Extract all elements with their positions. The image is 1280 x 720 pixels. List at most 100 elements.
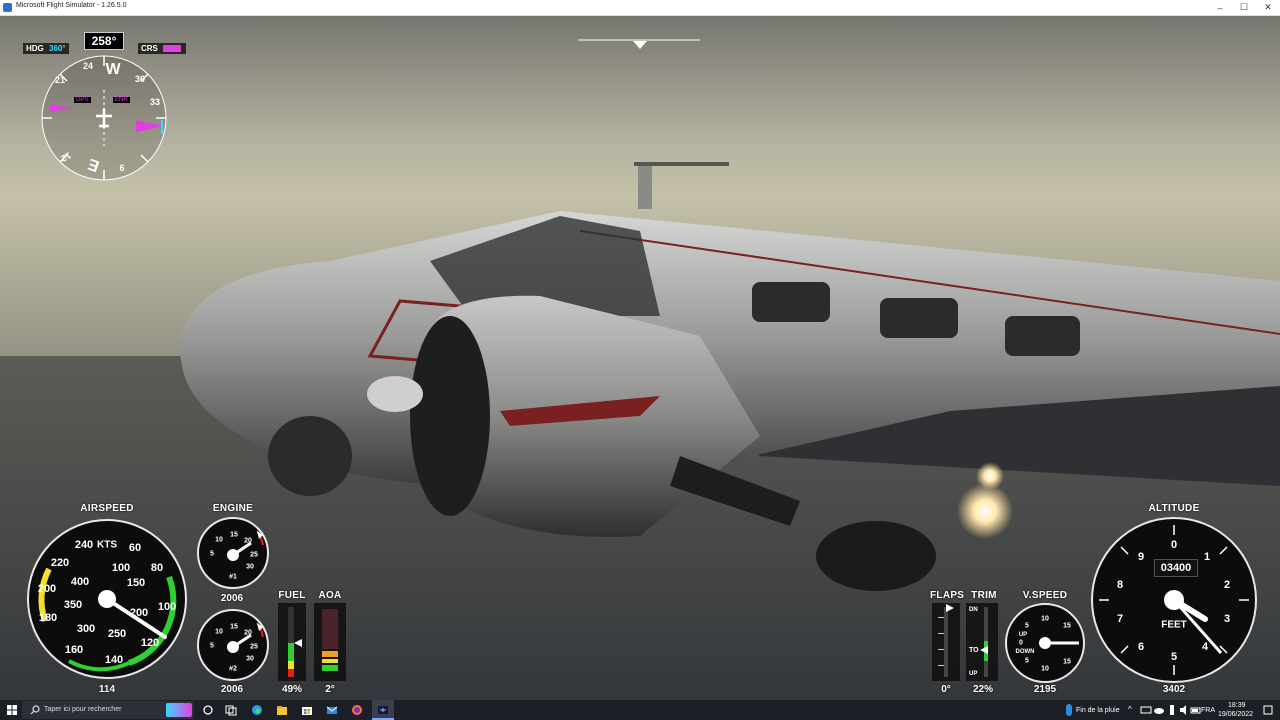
airspeed-mark-200: 200 — [37, 583, 57, 595]
flight-scene — [0, 16, 1280, 700]
engine2-tag: #2 — [229, 665, 237, 673]
trim-dn: DN — [969, 607, 978, 613]
engine1-rpm: 2006 — [220, 593, 244, 604]
app-icon — [3, 3, 12, 12]
vspeed-down-label: DOWN — [1015, 649, 1035, 655]
alt-mark-9: 9 — [1137, 551, 1145, 563]
compass-tick-24: 24 — [82, 61, 94, 71]
airspeed-gauge: 240 60 220 80 200 100 180 120 160 140 KT… — [27, 519, 187, 679]
store-icon[interactable] — [301, 704, 313, 716]
vspeed-up-label: UP — [1018, 632, 1028, 638]
engine1-mark-30: 30 — [246, 563, 254, 571]
airspeed-mark-240: 240 — [74, 539, 94, 551]
airspeed-mark-80: 80 — [150, 562, 164, 574]
airspeed-mark-180: 180 — [38, 612, 58, 624]
altimeter-drum: 03400 — [1154, 559, 1198, 577]
engine2-mark-5: 5 — [210, 642, 214, 650]
task-view-icon[interactable] — [225, 704, 237, 716]
altitude-label: ALTITUDE — [1148, 503, 1200, 514]
fuel-value: 49% — [281, 684, 302, 695]
cardinal-w: W — [105, 61, 121, 78]
fuel-label: FUEL — [278, 590, 306, 601]
window-title: Microsoft Flight Simulator - 1.26.5.0 — [16, 2, 127, 9]
clock-time[interactable]: 18:39 — [1228, 702, 1246, 709]
aoa-amber-2 — [322, 659, 338, 663]
vspeed-value: 2195 — [1033, 684, 1057, 695]
vspeed-gauge: 10 5 0 5 10 15 15 UP DOWN — [1005, 603, 1085, 683]
clock-date[interactable]: 19/06/2022 — [1218, 711, 1253, 718]
edge-icon[interactable] — [251, 704, 263, 716]
vspeed-mark-5-up: 5 — [1025, 622, 1029, 630]
engine1-mark-15: 15 — [230, 531, 238, 539]
search-box[interactable]: Taper ici pour rechercher — [22, 701, 194, 719]
file-explorer-icon[interactable] — [276, 704, 288, 716]
volume-icon[interactable] — [1178, 704, 1190, 716]
airspeed-inner-150: 150 — [126, 577, 146, 589]
close-button[interactable]: ✕ — [1256, 0, 1280, 15]
flaps-track — [944, 607, 948, 677]
flaps-value: 0° — [941, 684, 951, 695]
engine-gauge-2: 10 15 20 25 30 5 #2 — [197, 609, 269, 681]
engine1-mark-10: 10 — [215, 536, 223, 544]
engine2-mark-20: 20 — [244, 629, 252, 637]
aoa-amber-1 — [322, 651, 338, 657]
engine2-mark-10: 10 — [215, 628, 223, 636]
weather-text[interactable]: Fin de la pluie — [1076, 707, 1120, 714]
aoa-red-band — [322, 609, 338, 649]
alt-mark-8: 8 — [1116, 579, 1124, 591]
airspeed-inner-300: 300 — [76, 623, 96, 635]
usb-icon[interactable] — [1166, 704, 1178, 716]
heading-readout: 258° — [84, 32, 124, 50]
search-placeholder: Taper ici pour rechercher — [44, 706, 122, 713]
trim-indicator: DN TO UP — [966, 603, 998, 681]
alt-mark-3: 3 — [1223, 613, 1231, 625]
mail-icon[interactable] — [326, 704, 338, 716]
alt-mark-0: 0 — [1170, 539, 1178, 551]
trim-to: TO — [969, 647, 979, 654]
airspeed-inner-100: 100 — [111, 562, 131, 574]
airspeed-label: AIRSPEED — [80, 503, 134, 514]
airspeed-mark-160: 160 — [64, 644, 84, 656]
firefox-icon[interactable] — [351, 704, 363, 716]
maximize-button[interactable]: ☐ — [1232, 0, 1256, 15]
airspeed-mark-100: 100 — [157, 601, 177, 613]
cortana-icon[interactable] — [202, 704, 214, 716]
tray-chevron-icon[interactable]: ^ — [1128, 705, 1132, 714]
airspeed-inner-350: 350 — [63, 599, 83, 611]
airspeed-mark-60: 60 — [128, 542, 142, 554]
engine1-mark-5: 5 — [210, 550, 214, 558]
airspeed-unit: KTS — [97, 539, 117, 551]
alt-mark-6: 6 — [1137, 641, 1145, 653]
altitude-value: 3402 — [1162, 684, 1186, 695]
alt-mark-5: 5 — [1170, 651, 1178, 663]
vspeed-mark-15-down: 15 — [1063, 658, 1071, 666]
vspeed-mark-10-up: 10 — [1041, 615, 1049, 623]
airspeed-inner-200: 200 — [129, 607, 149, 619]
start-icon[interactable] — [6, 704, 18, 716]
network-icon[interactable] — [1140, 704, 1152, 716]
vspeed-mark-5-down: 5 — [1025, 657, 1029, 665]
engine2-mark-30: 30 — [246, 655, 254, 663]
notification-icon[interactable] — [1262, 704, 1274, 716]
compass-rose — [41, 55, 167, 181]
language-indicator[interactable]: FRA — [1201, 707, 1215, 714]
aoa-green-band — [322, 665, 338, 671]
minimize-button[interactable]: – — [1208, 0, 1232, 15]
search-icon — [30, 705, 40, 715]
altimeter-gauge: 03400 0 1 2 3 4 5 6 7 8 9 FEET — [1091, 517, 1257, 683]
window-titlebar: Microsoft Flight Simulator - 1.26.5.0 – … — [0, 0, 1280, 16]
weather-icon[interactable] — [1066, 704, 1072, 716]
onedrive-icon[interactable] — [1153, 704, 1165, 716]
flaps-pointer — [946, 604, 954, 612]
trim-value: 22% — [972, 684, 993, 695]
vspeed-mark-15-up: 15 — [1063, 622, 1071, 630]
search-highlight-icon — [166, 703, 192, 717]
fuel-bar-box — [278, 603, 306, 681]
alt-mark-2: 2 — [1223, 579, 1231, 591]
engine-gauge-1: 10 15 20 25 30 5 #1 — [197, 517, 269, 589]
compass-tick-33: 33 — [149, 97, 161, 107]
aoa-label: AOA — [318, 590, 342, 601]
flight-sim-taskbar-button[interactable] — [372, 700, 394, 720]
scene-background — [0, 16, 1280, 700]
enr-label: ENR — [113, 97, 130, 103]
